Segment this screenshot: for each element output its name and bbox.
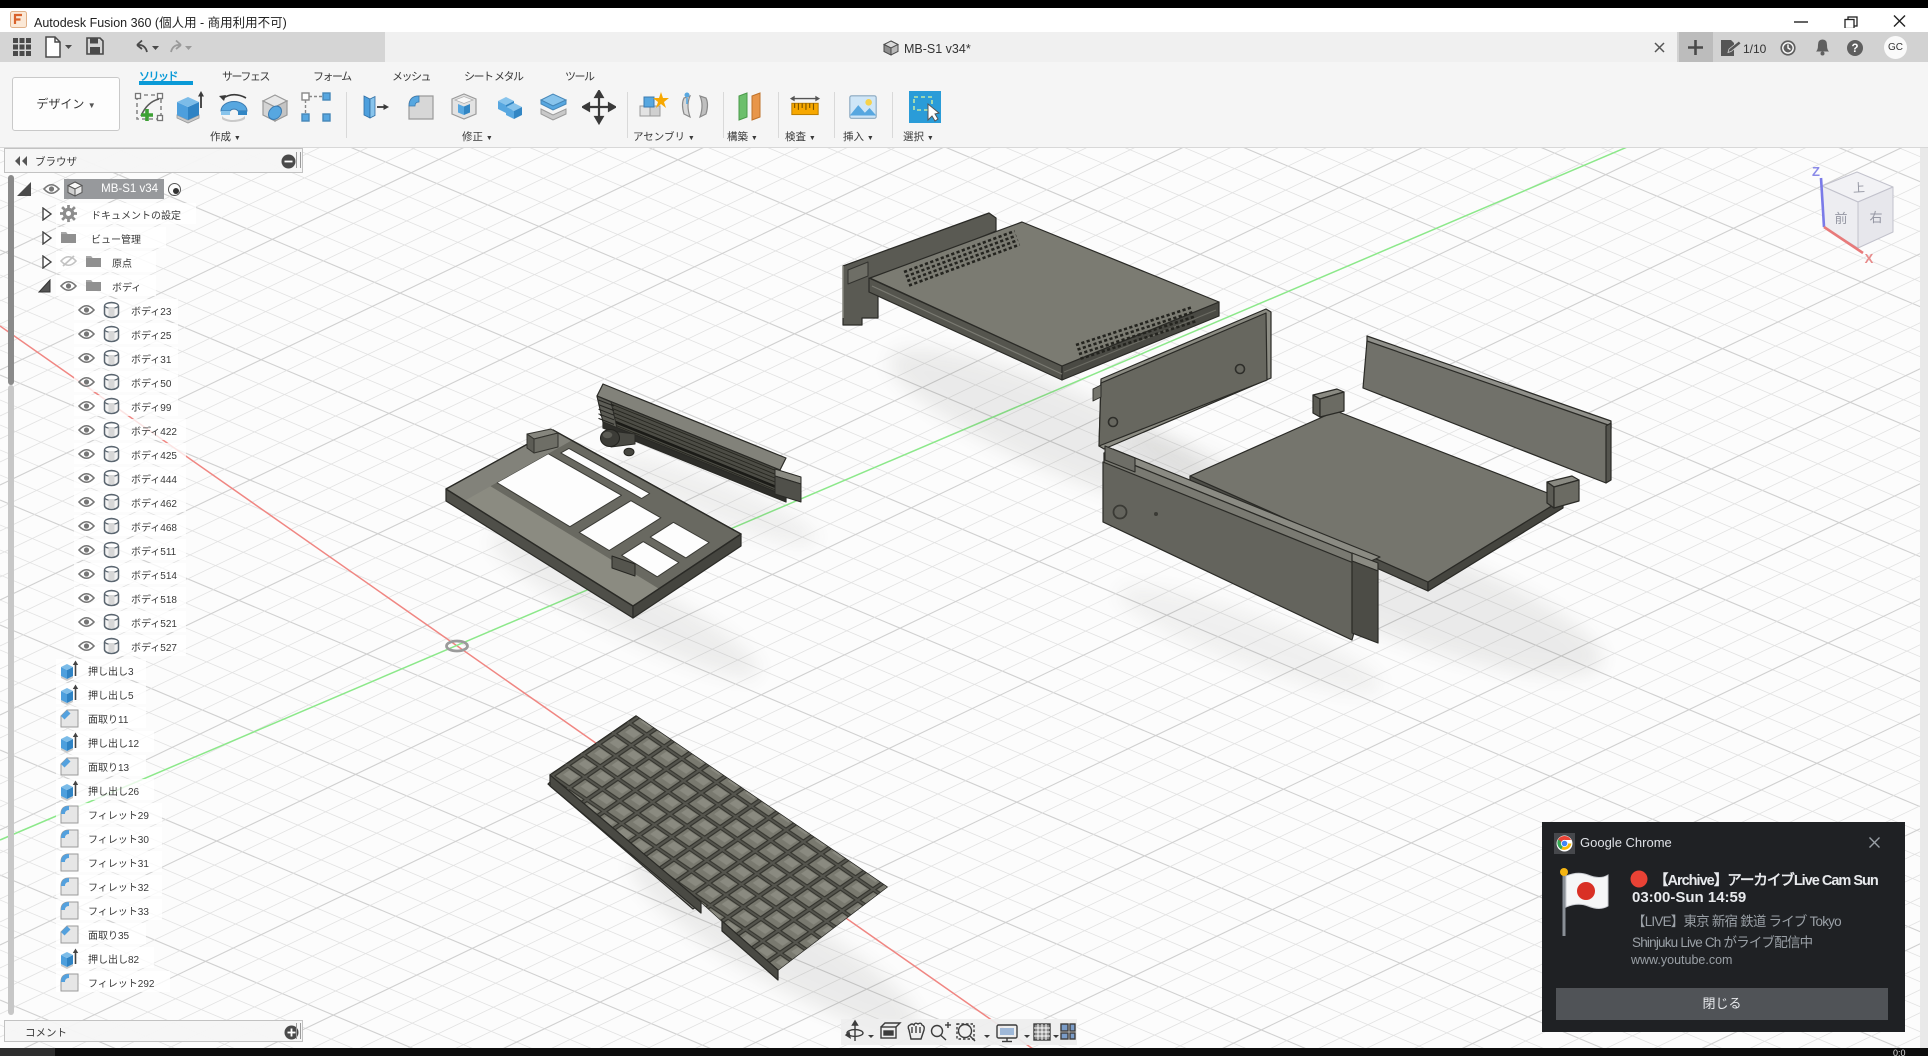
svg-text:右: 右 [1869,210,1882,225]
svg-text:X: X [1865,251,1874,266]
svg-text:Z: Z [1812,164,1820,179]
svg-text:上: 上 [1853,181,1866,196]
svg-text:前: 前 [1834,211,1847,226]
svg-text:?: ? [1851,43,1858,55]
